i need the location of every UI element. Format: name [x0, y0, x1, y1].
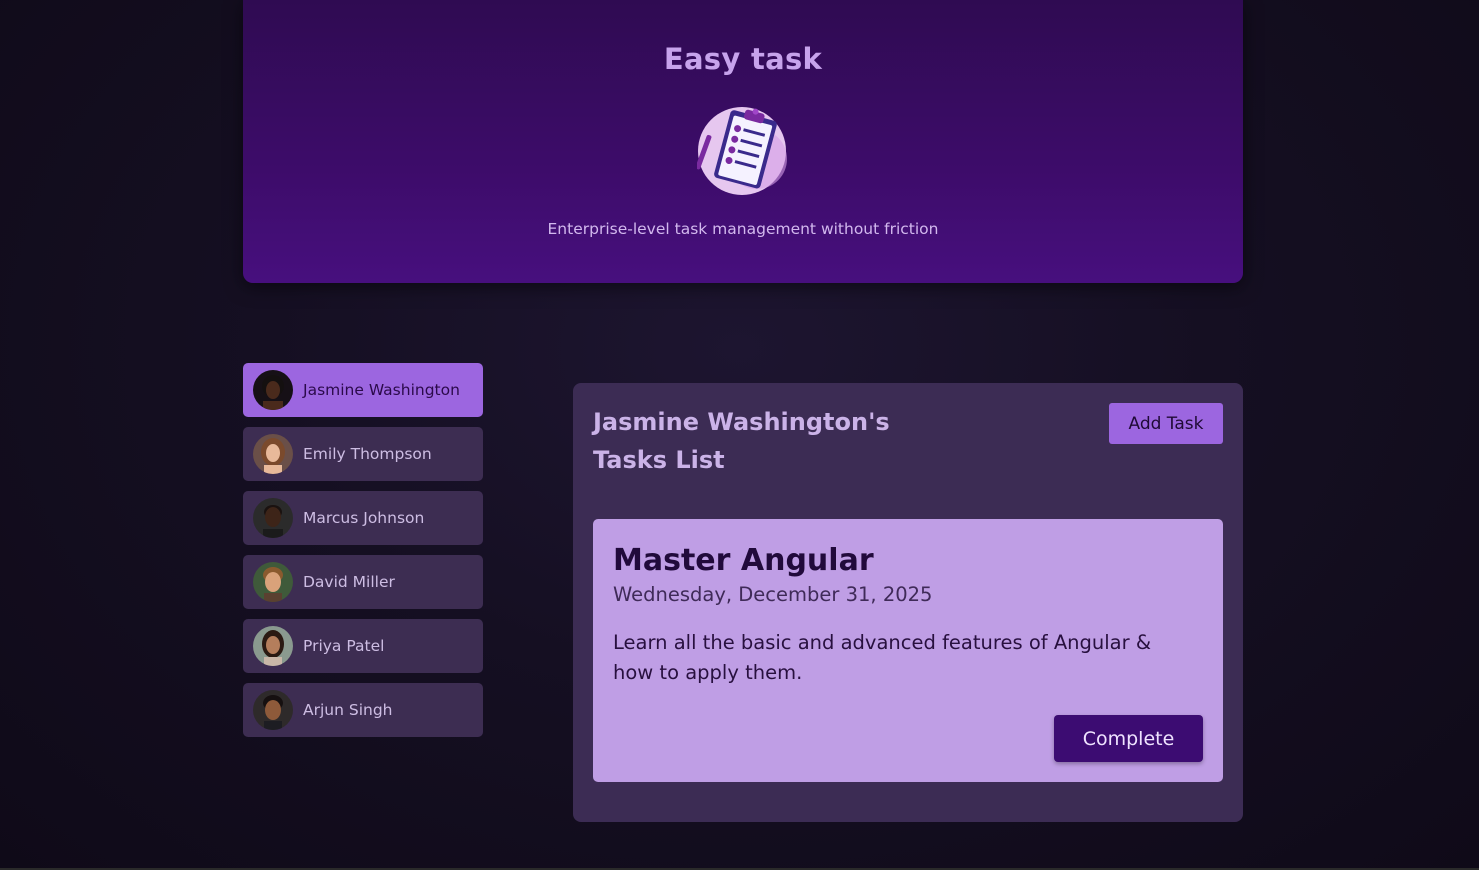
avatar — [253, 562, 293, 602]
tasks-panel: Jasmine Washington's Tasks List Add Task… — [573, 383, 1243, 822]
user-name: Marcus Johnson — [303, 509, 425, 527]
task-date: Wednesday, December 31, 2025 — [613, 583, 933, 606]
task-description: Learn all the basic and advanced feature… — [613, 631, 1152, 684]
avatar — [253, 626, 293, 666]
app-title: Easy task — [663, 42, 823, 76]
user-item-arjun-singh[interactable]: Arjun Singh — [243, 683, 483, 737]
clipboard-checklist-icon — [697, 107, 787, 195]
user-name: Priya Patel — [303, 637, 385, 655]
user-name: Arjun Singh — [303, 701, 393, 719]
user-name: Emily Thompson — [303, 445, 432, 463]
task-title: Master Angular — [613, 543, 874, 578]
tasks-title-suffix: Tasks List — [593, 446, 725, 474]
user-item-emily-thompson[interactable]: Emily Thompson — [243, 427, 483, 481]
avatar — [253, 370, 293, 410]
user-item-priya-patel[interactable]: Priya Patel — [243, 619, 483, 673]
user-name: Jasmine Washington — [303, 381, 460, 399]
app-header: Easy task Enterprise-level task manageme… — [243, 0, 1243, 283]
task-card: Master Angular Wednesday, December 31, 2… — [593, 519, 1223, 782]
user-item-jasmine-washington[interactable]: Jasmine Washington — [243, 363, 483, 417]
user-list: Jasmine Washington Emily Thompson Marcus… — [243, 363, 483, 747]
user-item-david-miller[interactable]: David Miller — [243, 555, 483, 609]
tasks-title-owner: Jasmine Washington's — [593, 408, 890, 436]
complete-button[interactable]: Complete — [1054, 715, 1203, 762]
add-task-button[interactable]: Add Task — [1109, 403, 1223, 444]
tasks-title: Jasmine Washington's Tasks List — [593, 403, 923, 479]
avatar — [253, 498, 293, 538]
avatar — [253, 434, 293, 474]
user-name: David Miller — [303, 573, 395, 591]
avatar — [253, 690, 293, 730]
user-item-marcus-johnson[interactable]: Marcus Johnson — [243, 491, 483, 545]
app-tagline: Enterprise-level task management without… — [547, 220, 939, 238]
